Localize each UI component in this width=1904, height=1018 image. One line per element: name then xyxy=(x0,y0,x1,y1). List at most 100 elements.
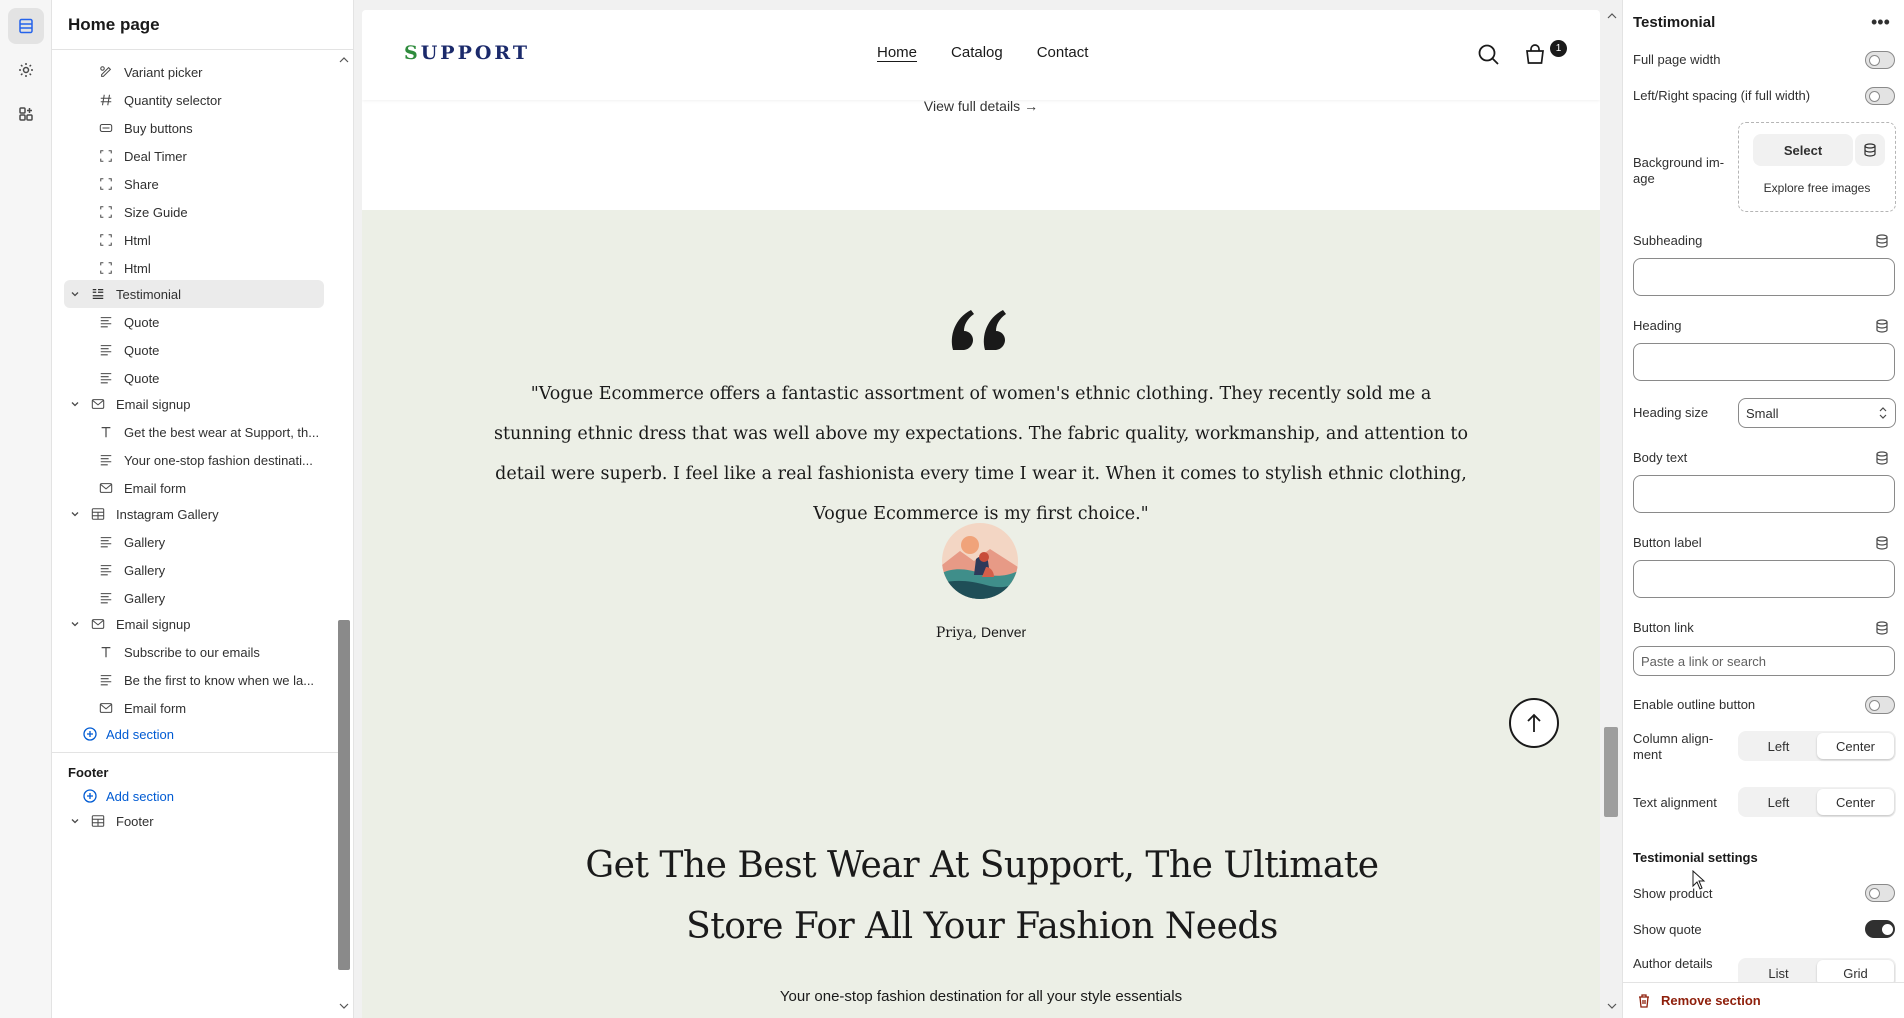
search-icon[interactable] xyxy=(1476,42,1502,68)
nav-home[interactable]: Home xyxy=(877,44,917,61)
body-text-database-icon[interactable] xyxy=(1875,451,1889,465)
text-lines-icon xyxy=(98,534,114,550)
button-link-input[interactable]: Paste a link or search xyxy=(1633,646,1895,676)
more-actions-icon[interactable]: ••• xyxy=(1871,12,1890,33)
button-label-input[interactable] xyxy=(1633,560,1895,598)
sidebar-divider xyxy=(52,752,340,753)
email-signup-subtext: Your one-stop fashion destination for al… xyxy=(779,988,1183,1005)
tree-item-label: Gallery xyxy=(124,562,166,578)
add-section-button[interactable]: Add section xyxy=(64,720,324,748)
lr-spacing-toggle[interactable] xyxy=(1865,87,1895,105)
icon-rail xyxy=(0,0,52,1018)
body-text-input[interactable] xyxy=(1633,475,1895,513)
chevron-down-icon[interactable] xyxy=(68,507,82,521)
column-align-center[interactable]: Center xyxy=(1817,733,1894,759)
show-quote-label: Show quote xyxy=(1633,922,1702,937)
block-item-html[interactable]: Html xyxy=(64,254,324,282)
app-block-icon xyxy=(98,232,114,248)
preview-scroll-thumb[interactable] xyxy=(1604,727,1618,817)
block-item-deal-timer[interactable]: Deal Timer xyxy=(64,142,324,170)
sidebar-scroll-thumb[interactable] xyxy=(338,620,350,970)
block-item-quantity-selector[interactable]: Quantity selector xyxy=(64,86,324,114)
mouse-cursor-icon xyxy=(1692,870,1706,890)
testimonial-section[interactable]: "Vogue Ecommerce offers a fantastic asso… xyxy=(362,210,1600,1018)
arrow-up-icon xyxy=(1527,713,1541,732)
show-product-toggle[interactable] xyxy=(1865,884,1895,902)
cart-icon[interactable] xyxy=(1522,42,1548,68)
block-item-gallery[interactable]: Gallery xyxy=(64,528,324,556)
select-image-button[interactable]: Select xyxy=(1753,134,1853,166)
tree-item-label: Email signup xyxy=(116,616,191,632)
section-item-footer[interactable]: Footer xyxy=(64,807,324,835)
settings-gear-icon[interactable] xyxy=(8,52,44,88)
section-item-testimonial[interactable]: Testimonial xyxy=(64,280,324,308)
block-item-email-form[interactable]: Email form xyxy=(64,474,324,502)
chevron-down-icon[interactable] xyxy=(68,397,82,411)
button-label-database-icon[interactable] xyxy=(1875,536,1889,550)
block-item-quote[interactable]: Quote xyxy=(64,364,324,392)
block-item-be-the-first-to-know-when-we-la[interactable]: Be the first to know when we la... xyxy=(64,666,324,694)
explore-free-images-link[interactable]: Explore free images xyxy=(1739,181,1895,195)
tree-item-label: Price xyxy=(124,50,154,52)
enable-outline-toggle[interactable] xyxy=(1865,696,1895,714)
tree-item-label: Quote xyxy=(124,342,160,358)
block-item-gallery[interactable]: Gallery xyxy=(64,584,324,612)
block-item-price[interactable]: Price xyxy=(64,50,324,58)
block-item-buy-buttons[interactable]: Buy buttons xyxy=(64,114,324,142)
email-signup-heading: Get The Best Wear At Support, The Ultima… xyxy=(585,845,1379,947)
footer-section-icon xyxy=(90,813,106,829)
tree-item-label: Variant picker xyxy=(124,64,203,80)
nav-catalog[interactable]: Catalog xyxy=(951,44,1003,61)
text-lines-icon xyxy=(98,452,114,468)
view-full-details-link[interactable]: View full details → xyxy=(362,98,1600,114)
tree-item-label: Html xyxy=(124,260,151,276)
heading-database-icon[interactable] xyxy=(1875,319,1889,333)
chevron-down-icon[interactable] xyxy=(68,287,82,301)
scroll-to-top-button[interactable] xyxy=(1509,698,1559,748)
block-item-html[interactable]: Html xyxy=(64,226,324,254)
buy-buttons-icon xyxy=(98,120,114,136)
chevron-down-icon[interactable] xyxy=(68,617,82,631)
text-align-left[interactable]: Left xyxy=(1740,789,1817,815)
block-item-gallery[interactable]: Gallery xyxy=(64,556,324,584)
store-logo[interactable]: SUPPORT xyxy=(404,42,530,64)
block-item-your-one-stop-fashion-destinati[interactable]: Your one-stop fashion destinati... xyxy=(64,446,324,474)
tree-item-label: Size Guide xyxy=(124,204,188,220)
remove-section-button[interactable]: Remove section xyxy=(1623,982,1904,1018)
block-item-email-form[interactable]: Email form xyxy=(64,694,324,722)
section-item-instagram-gallery[interactable]: Instagram Gallery xyxy=(64,500,324,528)
dynamic-source-button[interactable] xyxy=(1855,134,1885,166)
block-item-variant-picker[interactable]: Variant picker xyxy=(64,58,324,86)
preview-scrollbar[interactable] xyxy=(1603,0,1621,1018)
tree-item-label: Email form xyxy=(124,700,187,716)
subheading-input[interactable] xyxy=(1633,258,1895,296)
heading-input[interactable] xyxy=(1633,343,1895,381)
block-item-subscribe-to-our-emails[interactable]: Subscribe to our emails xyxy=(64,638,324,666)
chevron-down-icon[interactable] xyxy=(68,814,82,828)
block-item-quote[interactable]: Quote xyxy=(64,308,324,336)
nav-contact[interactable]: Contact xyxy=(1037,44,1089,61)
section-item-email-signup[interactable]: Email signup xyxy=(64,390,324,418)
tree-item-label: Be the first to know when we la... xyxy=(124,672,315,688)
arrow-right-icon: → xyxy=(1024,98,1039,114)
tree-item-label: Email form xyxy=(124,480,187,496)
button-link-database-icon[interactable] xyxy=(1875,621,1889,635)
subheading-database-icon[interactable] xyxy=(1875,234,1889,248)
block-item-size-guide[interactable]: Size Guide xyxy=(64,198,324,226)
block-item-share[interactable]: Share xyxy=(64,170,324,198)
block-item-get-the-best-wear-at-support-th[interactable]: Get the best wear at Support, th... xyxy=(64,418,324,446)
email-icon xyxy=(98,700,114,716)
text-align-center[interactable]: Center xyxy=(1817,789,1894,815)
email-icon xyxy=(98,480,114,496)
block-item-quote[interactable]: Quote xyxy=(64,336,324,364)
section-item-email-signup[interactable]: Email signup xyxy=(64,610,324,638)
full-page-width-toggle[interactable] xyxy=(1865,51,1895,69)
show-quote-toggle[interactable] xyxy=(1865,920,1895,938)
column-align-left[interactable]: Left xyxy=(1740,733,1817,759)
apps-icon[interactable] xyxy=(8,96,44,132)
heading-size-select[interactable]: Small xyxy=(1738,398,1896,428)
sections-icon[interactable] xyxy=(8,8,44,44)
heading-size-label: Heading size xyxy=(1633,405,1709,420)
button-label-label: Button label xyxy=(1633,535,1702,550)
footer-add-section-button[interactable]: Add section xyxy=(64,782,324,810)
